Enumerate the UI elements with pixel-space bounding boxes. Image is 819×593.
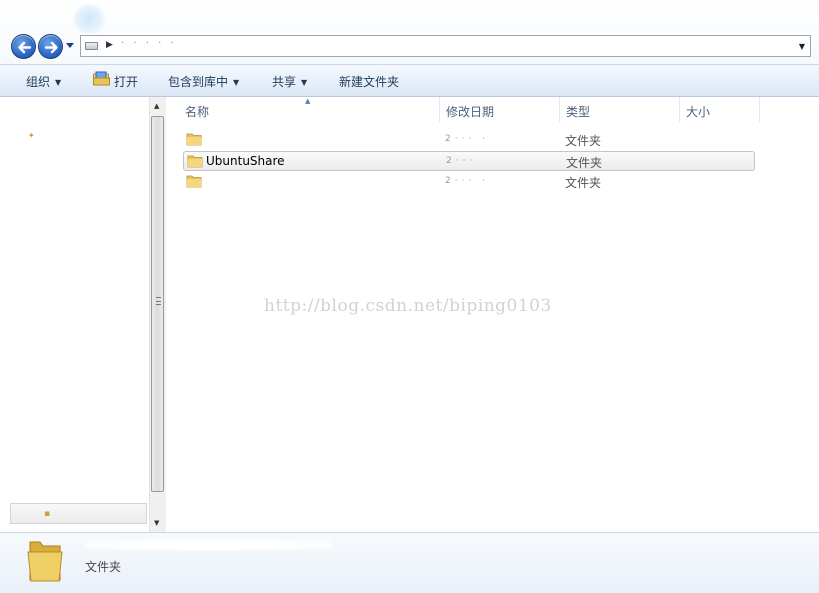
- organize-label: 组织: [26, 75, 51, 89]
- breadcrumb-separator-icon[interactable]: ▶: [106, 40, 113, 50]
- column-name-label: 名称: [185, 105, 210, 119]
- share-button[interactable]: 共享 ▼: [272, 73, 307, 90]
- include-in-library-label: 包含到库中: [168, 75, 229, 89]
- star-icon: ✦: [28, 131, 35, 140]
- include-in-library-button[interactable]: 包含到库中 ▼: [168, 73, 239, 90]
- large-folder-icon: [27, 541, 63, 582]
- open-label: 打开: [114, 75, 139, 89]
- back-arrow-icon: [18, 41, 32, 54]
- open-button[interactable]: 打开: [114, 73, 138, 90]
- column-header-type[interactable]: 类型: [560, 97, 680, 122]
- file-row-selected[interactable]: UbuntuShare 2··· 文件夹: [183, 151, 755, 171]
- folder-icon: [186, 175, 202, 188]
- details-type: 文件夹: [85, 560, 122, 574]
- column-header-name[interactable]: 名称: [179, 97, 440, 122]
- forward-arrow-icon: [44, 41, 58, 54]
- chevron-down-icon: ▼: [301, 78, 308, 87]
- column-date-label: 修改日期: [446, 105, 495, 119]
- address-bar[interactable]: ▶ · · · · · ▼: [80, 35, 811, 57]
- scroll-down-icon[interactable]: ▼: [154, 519, 159, 527]
- file-date: 2··· ·: [445, 134, 490, 144]
- history-dropdown-icon[interactable]: [66, 43, 74, 49]
- scroll-up-icon[interactable]: ▲: [154, 102, 159, 110]
- file-list[interactable]: ▲ 名称 修改日期 类型 大小 2··· · 文件夹 UbuntuShare 2…: [167, 97, 819, 532]
- file-row[interactable]: 2··· · 文件夹: [183, 130, 755, 150]
- navigation-pane[interactable]: ✦ ▪: [0, 97, 166, 532]
- share-label: 共享: [272, 75, 297, 89]
- organize-button[interactable]: 组织 ▼: [26, 73, 61, 90]
- column-header-size[interactable]: 大小: [680, 97, 760, 122]
- file-type: 文件夹: [565, 134, 602, 148]
- watermark-text: http://blog.csdn.net/biping0103: [264, 296, 552, 316]
- nav-folder-icon: ▪: [44, 509, 51, 519]
- folder-icon: [187, 155, 203, 168]
- file-date: 2··· ·: [445, 176, 490, 186]
- file-type: 文件夹: [565, 176, 602, 190]
- open-folder-icon: [93, 71, 110, 86]
- file-type: 文件夹: [566, 156, 603, 170]
- file-name: UbuntuShare: [206, 154, 285, 168]
- title-glow: [72, 4, 106, 34]
- column-size-label: 大小: [686, 105, 711, 119]
- file-row[interactable]: 2··· · 文件夹: [183, 172, 755, 192]
- column-type-label: 类型: [566, 105, 591, 119]
- column-header-date[interactable]: 修改日期: [440, 97, 560, 122]
- address-dropdown-icon[interactable]: ▼: [799, 42, 805, 51]
- new-folder-button[interactable]: 新建文件夹: [339, 73, 399, 90]
- forward-button[interactable]: [38, 34, 63, 59]
- redacted-name: [85, 539, 333, 551]
- chevron-down-icon: ▼: [233, 78, 240, 87]
- address-text: · · · · ·: [121, 38, 177, 49]
- file-date: 2···: [446, 156, 477, 166]
- navigation-selected-item[interactable]: [10, 503, 147, 524]
- navigation-bar: ▶ · · · · · ▼: [0, 0, 819, 64]
- chevron-down-icon: ▼: [55, 78, 62, 87]
- scrollbar-thumb[interactable]: [151, 116, 164, 492]
- folder-icon: [186, 133, 202, 146]
- details-pane: 文件夹: [0, 532, 819, 593]
- new-folder-label: 新建文件夹: [339, 75, 400, 89]
- back-button[interactable]: [11, 34, 36, 59]
- scrollbar-grip-icon: [156, 297, 161, 305]
- command-toolbar: 组织 ▼ 打开 包含到库中 ▼ 共享 ▼ 新建文件夹: [0, 64, 819, 97]
- drive-icon: [85, 42, 98, 50]
